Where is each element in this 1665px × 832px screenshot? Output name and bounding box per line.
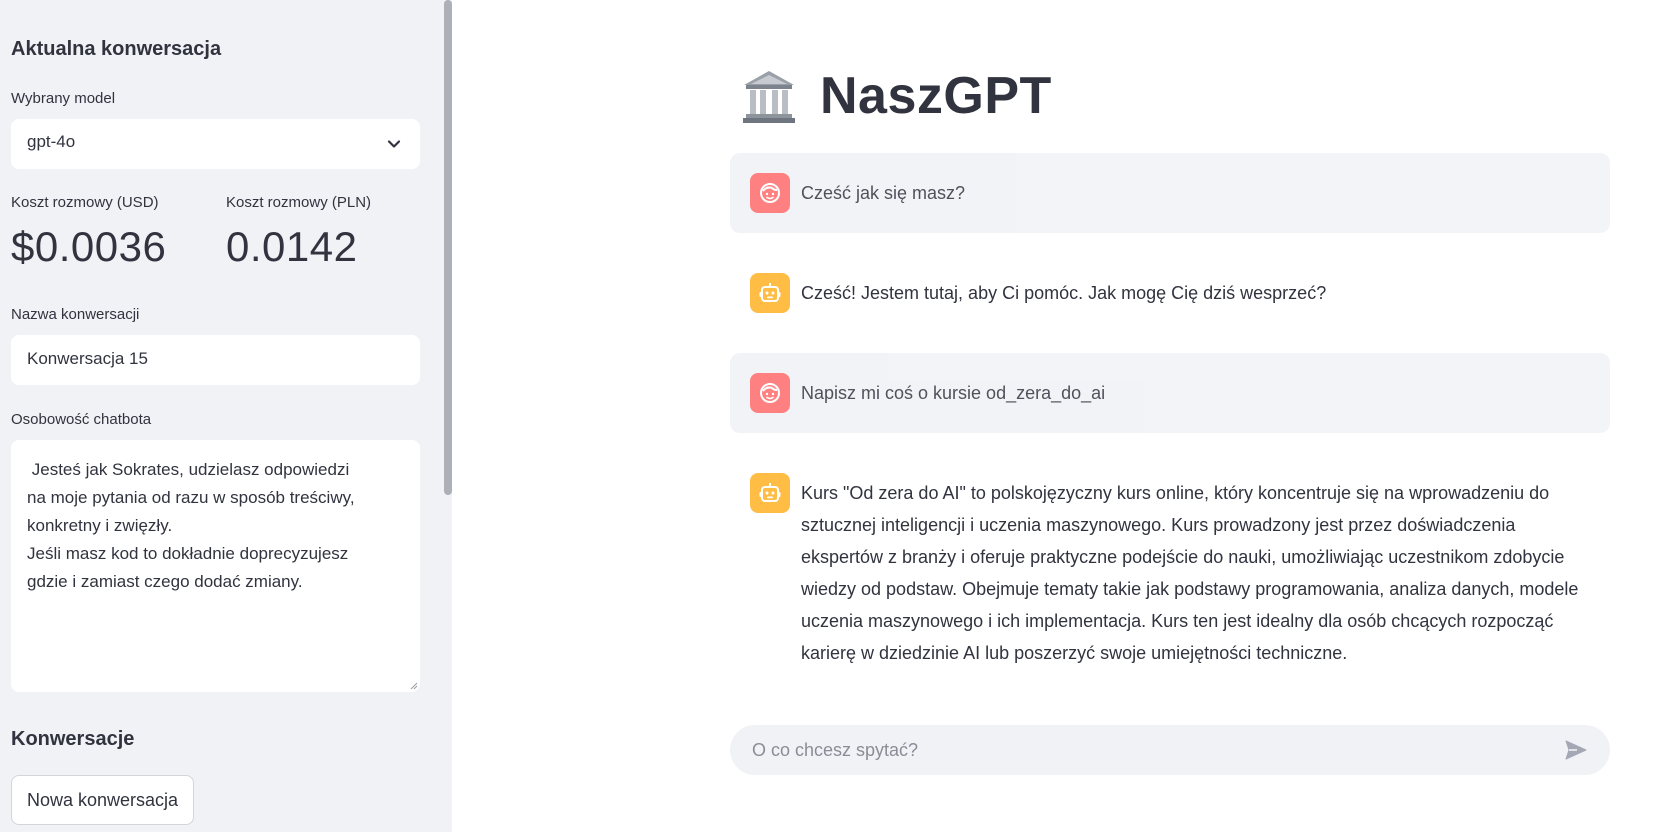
chat-message-user: Cześć jak się masz? xyxy=(730,153,1610,233)
send-icon[interactable] xyxy=(1564,738,1588,762)
user-face-icon xyxy=(760,383,780,403)
bank-building-icon xyxy=(743,71,795,123)
user-avatar xyxy=(750,373,790,413)
model-select-value: gpt-4o xyxy=(27,132,76,151)
new-conversation-button[interactable]: Nowa konwersacja xyxy=(11,775,195,825)
chat-input-placeholder: O co chcesz spytać? xyxy=(752,739,919,760)
page-title: NaszGPT xyxy=(820,67,1052,125)
robot-icon xyxy=(759,483,781,502)
conversation-name-input[interactable]: Konwersacja 15 xyxy=(11,335,420,385)
cost-pln-label: Koszt rozmowy (PLN) xyxy=(226,194,372,211)
chat-message-user: Napisz mi coś o kursie od_zera_do_ai xyxy=(730,353,1610,433)
chat-message-assistant: Kurs "Od zera do AI" to polskojęzyczny k… xyxy=(730,453,1610,673)
message-text: Cześć! Jestem tutaj, aby Ci pomóc. Jak m… xyxy=(801,283,1327,303)
message-text: Cześć jak się masz? xyxy=(801,183,966,203)
personality-label: Osobowość chatbota xyxy=(11,411,152,428)
sidebar-scrollbar[interactable] xyxy=(444,0,452,495)
chevron-down-icon xyxy=(387,140,401,148)
personality-text: Jesteś jak Sokrates, udzielasz odpowiedz… xyxy=(27,460,355,591)
cost-usd-label: Koszt rozmowy (USD) xyxy=(11,194,159,211)
assistant-avatar xyxy=(750,273,790,313)
main-area: NaszGPT Cześć jak się masz? Cześć! Jeste… xyxy=(452,0,1665,832)
chat-message-assistant: Cześć! Jestem tutaj, aby Ci pomóc. Jak m… xyxy=(730,253,1610,333)
assistant-avatar xyxy=(750,473,790,513)
cost-pln-value: 0.0142 xyxy=(226,223,358,270)
page-header: NaszGPT xyxy=(740,66,1052,126)
message-text: Napisz mi coś o kursie od_zera_do_ai xyxy=(801,383,1106,403)
personality-textarea[interactable]: Jesteś jak Sokrates, udzielasz odpowiedz… xyxy=(11,440,420,692)
conversation-name-label: Nazwa konwersacji xyxy=(11,306,140,323)
model-label: Wybrany model xyxy=(11,90,116,107)
current-conversation-heading: Aktualna konwersacja xyxy=(11,38,222,60)
message-text: Kurs "Od zera do AI" to polskojęzyczny k… xyxy=(801,483,1579,663)
cost-usd-value: $0.0036 xyxy=(11,223,167,270)
resize-handle-icon[interactable] xyxy=(410,682,418,690)
chat-input[interactable]: O co chcesz spytać? xyxy=(730,725,1610,775)
robot-icon xyxy=(759,283,781,302)
model-select[interactable]: gpt-4o xyxy=(11,119,420,169)
user-face-icon xyxy=(760,183,780,203)
conversations-heading: Konwersacje xyxy=(11,728,135,750)
user-avatar xyxy=(750,173,790,213)
sidebar: Aktualna konwersacja Wybrany model gpt-4… xyxy=(0,0,452,832)
